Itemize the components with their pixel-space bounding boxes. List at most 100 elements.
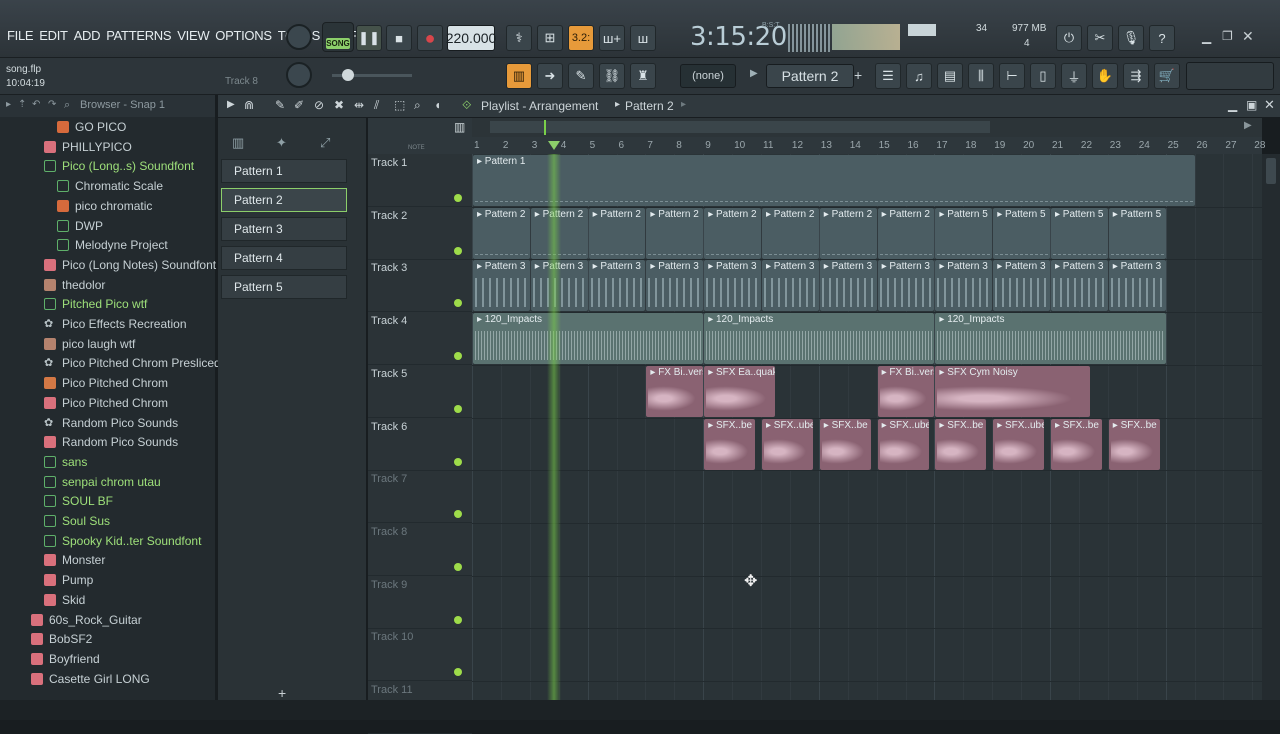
channel-rack-button[interactable]: ▤ [937, 63, 963, 89]
pattern-item[interactable]: Pattern 1 [221, 159, 347, 183]
loop-record-button[interactable]: ш [630, 25, 656, 51]
stop-button[interactable]: ■ [386, 25, 412, 51]
browser-item[interactable]: Boyfriend [31, 649, 100, 669]
browser-button[interactable]: ▯ [1030, 63, 1056, 89]
browser-item[interactable]: ✿ Random Pico Sounds [44, 413, 178, 433]
menu-file[interactable]: FILE [4, 28, 36, 43]
add-pattern-icon[interactable]: + [854, 67, 862, 83]
playlist-clip[interactable]: ▸ Pattern 1 [473, 155, 1195, 206]
playlist-clip[interactable]: ▸ Pattern 3 [819, 260, 877, 312]
playlist-clip[interactable]: ▸ Pattern 5 [935, 207, 993, 259]
playlist-clip[interactable]: ▸ Pattern 2 [819, 207, 877, 259]
track-mute-led[interactable] [454, 352, 462, 361]
track-header[interactable]: Track 10 [368, 628, 472, 682]
master-volume-slider[interactable] [332, 69, 412, 81]
draw-button[interactable]: ✎ [568, 63, 594, 89]
search-icon[interactable]: ⌕ [64, 99, 70, 112]
keyboard-small-icon[interactable]: ▥ [454, 120, 465, 134]
playhead-marker-icon[interactable] [548, 141, 561, 150]
minimize-icon[interactable]: ▁ [1202, 30, 1211, 44]
back-icon[interactable]: ↶ [32, 99, 40, 110]
up-arrow-icon[interactable]: ⇡ [18, 99, 26, 110]
track-header[interactable]: Track 2 [368, 207, 472, 260]
playlist-clip[interactable]: ▸ Pattern 3 [993, 260, 1050, 312]
browser-item[interactable]: thedolor [44, 275, 105, 295]
touch-controller-button[interactable]: ✋ [1092, 63, 1118, 89]
vertical-scrollbar[interactable] [1262, 154, 1280, 700]
playlist-clip[interactable]: ▸ SFX..be [935, 418, 987, 470]
master-volume-knob[interactable] [286, 24, 312, 50]
playlist-clip[interactable]: ▸ Pattern 2 [762, 207, 819, 259]
select-tool-icon[interactable]: ⬚ [394, 98, 405, 112]
playlist-clip[interactable]: ▸ 120_Impacts [704, 313, 935, 365]
playlist-clip[interactable]: ▸ SFX..be [1108, 418, 1160, 470]
playlist-button[interactable]: ☰ [875, 63, 901, 89]
close-icon[interactable]: ✕ [1242, 28, 1254, 45]
browser-item[interactable]: ✿ Pico Pitched Chrom Presliced [44, 353, 221, 373]
playlist-clip[interactable]: ▸ SFX..be [819, 418, 871, 470]
track-header[interactable]: Track 3 [368, 259, 472, 313]
track-mute-led[interactable] [454, 510, 462, 519]
playlist-clip[interactable]: ▸ SFX..be [704, 418, 756, 470]
piano-roll-view-button[interactable]: ♫ [906, 63, 932, 89]
playlist-clip[interactable]: ▸ Pattern 2 [877, 207, 935, 259]
tools-button[interactable]: ✂ [1087, 25, 1113, 51]
play-pause-button[interactable]: ❚❚ [356, 25, 382, 51]
output-button[interactable]: ⇶ [1123, 63, 1149, 89]
track-header[interactable]: Track 11 [368, 681, 472, 734]
slice-tool-icon[interactable]: ⫽ [374, 98, 379, 113]
menu-add[interactable]: ADD [71, 28, 104, 43]
track-mute-led[interactable] [454, 194, 462, 202]
browser-item[interactable]: SOUL BF [44, 491, 113, 511]
playlist-clip[interactable]: ▸ FX Bi..verse [646, 365, 704, 417]
master-pitch-knob[interactable] [286, 62, 312, 88]
playlist-clip[interactable]: ▸ Pattern 2 [646, 207, 704, 259]
playlist-clip[interactable]: ▸ Pattern 2 [704, 207, 761, 259]
browser-item[interactable]: Pitched Pico wtf [44, 294, 147, 314]
track-header[interactable]: Track 8 [368, 523, 472, 576]
pattern-item[interactable]: Pattern 4 [221, 246, 347, 270]
next-button[interactable]: ➜ [537, 63, 563, 89]
browser-item[interactable]: BobSF2 [31, 629, 92, 649]
playlist-clip[interactable]: ▸ SFX..ube [877, 418, 929, 470]
paint-tool-icon[interactable]: ✐ [294, 98, 304, 112]
playlist-clip[interactable]: ▸ FX Bi..verse [877, 365, 935, 417]
metronome-button[interactable]: ⚕ [506, 25, 532, 51]
browser-item[interactable]: ✿ Pico Effects Recreation [44, 314, 187, 334]
arrangement-icon[interactable]: ⟐ [462, 98, 471, 113]
mixer-button[interactable]: ⫼ [968, 63, 994, 89]
help-button[interactable]: ? [1149, 25, 1175, 51]
browser-item[interactable]: PHILLYPICO [44, 137, 132, 157]
playlist-clip[interactable]: ▸ Pattern 3 [704, 260, 761, 312]
record-audio-button[interactable]: 🎙 [1118, 25, 1144, 51]
browser-item[interactable]: Casette Girl LONG [31, 669, 150, 689]
online-button[interactable]: ⏻ [1056, 25, 1082, 51]
playlist-clip[interactable]: ▸ Pattern 3 [1051, 260, 1108, 312]
playlist-clip[interactable]: ▸ Pattern 5 [1051, 207, 1108, 259]
playlist-clip[interactable]: ▸ Pattern 3 [473, 260, 530, 312]
track-header[interactable]: Track 4 [368, 312, 472, 366]
browser-item[interactable]: Pico (Long..s) Soundfont [44, 156, 194, 176]
tempo-display[interactable]: 220.000 [446, 25, 496, 51]
playlist-clip[interactable]: ▸ Pattern 2 [473, 207, 530, 259]
browser-item[interactable]: GO PICO [57, 117, 126, 137]
shop-button[interactable]: 🛒 [1154, 63, 1180, 89]
browser-item[interactable]: Pico Pitched Chrom [44, 393, 168, 413]
track-header[interactable]: Track 9 [368, 576, 472, 629]
playlist-minimize-icon[interactable]: ▁ [1228, 98, 1237, 112]
delete-tool-icon[interactable]: ⊘ [314, 98, 324, 112]
step-button[interactable]: 3.2: [568, 25, 594, 51]
track-header[interactable]: Track 5 [368, 365, 472, 418]
draw-tool-icon[interactable]: ✎ [275, 98, 285, 112]
browser-item[interactable]: Spooky Kid..ter Soundfont [44, 531, 201, 551]
browser-item[interactable]: Skid [44, 590, 85, 610]
playlist-clip[interactable]: ▸ Pattern 2 [588, 207, 646, 259]
slip-tool-icon[interactable]: ⇹ [354, 98, 364, 112]
track-mute-led[interactable] [454, 668, 462, 677]
piano-roll-button[interactable]: ▥ [506, 63, 532, 89]
plugin-button[interactable]: ⏚ [1061, 63, 1087, 89]
track-header[interactable]: Track 7 [368, 470, 472, 524]
playlist-clip[interactable]: ▸ SFX..ube [762, 418, 814, 470]
playlist-clip[interactable]: ▸ 120_Impacts [473, 313, 704, 365]
pat-song-toggle[interactable]: SONG [322, 22, 354, 52]
